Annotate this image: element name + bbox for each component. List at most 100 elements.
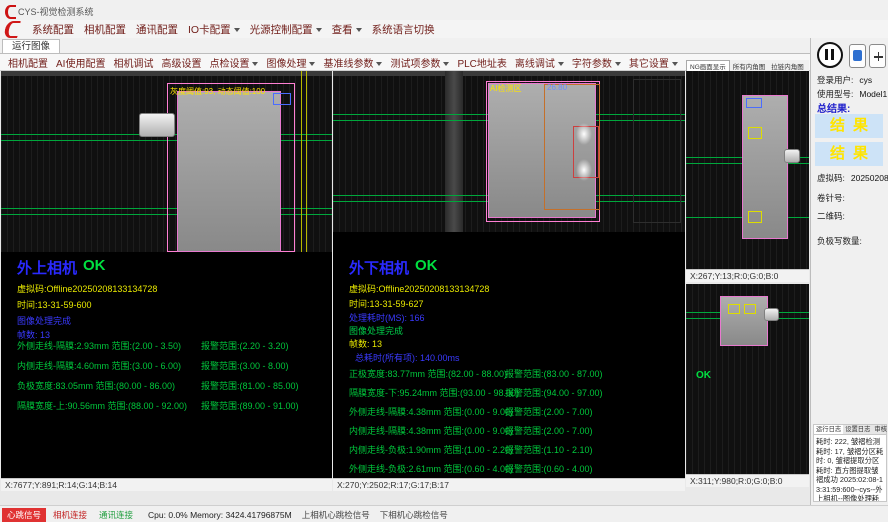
toolbar-char-params[interactable]: 字符参数 <box>568 54 625 71</box>
small-top-panel: NG画面显示 所有内角图 拉链内角图 X:267;Y:13;R:0;G:0;B:… <box>686 60 809 282</box>
alarm-range: 报警范围:(2.20 - 3.20) <box>201 339 289 352</box>
barcode-line: 虚拟码:Offline20250208133134728 <box>349 282 489 295</box>
toolbar-spot-check[interactable]: 点检设置 <box>205 54 262 71</box>
right-sidebar: 登录用户:cys 使用型号:Model1 总结果: 结果 结果 虚拟码:2025… <box>810 38 888 505</box>
small-top-image[interactable] <box>686 71 809 269</box>
log-text-area[interactable]: 耗时: 222, 皱褶检测耗时: 17, 皱褶分区耗时: 0, 皱褶提取分区耗时… <box>813 434 887 502</box>
gripper-clip <box>784 149 800 163</box>
status-bar: 心跳信号 相机连接 通讯连接 Cpu: 0.0% Memory: 3424.41… <box>0 505 888 522</box>
menu-item-system-config[interactable]: 系统配置 <box>27 20 79 39</box>
anchor-box <box>728 304 740 314</box>
upper-camera-heartbeat: 上相机心跳检信号 <box>302 509 370 521</box>
anchor-box <box>748 211 762 223</box>
toolbar-camera-debug[interactable]: 相机调试 <box>109 54 157 71</box>
menu-item-comm-config[interactable]: 通讯配置 <box>131 20 183 39</box>
result-block-1: 结果 <box>815 114 883 138</box>
menu-item-camera-config[interactable]: 相机配置 <box>79 20 131 39</box>
tab-run-image[interactable]: 运行图像 <box>2 39 60 53</box>
virtual-code-row: 虚拟码:20250208 <box>817 172 888 184</box>
alarm-range: 报警范围:(89.00 - 91.00) <box>201 399 299 412</box>
camera-icon <box>853 50 862 61</box>
tab-bar: 运行图像 <box>0 38 888 54</box>
tab-zipper-angle[interactable]: 拉链内角图 <box>768 61 807 71</box>
measurement-row: 隔膜宽度-下:95.24mm 范围:(93.00 - 98.00) <box>349 386 519 399</box>
menu-item-view[interactable]: 查看 <box>327 20 367 39</box>
tab-run-log[interactable]: 运行日志 <box>814 425 843 434</box>
barcode-line: 虚拟码:Offline20250208133134728 <box>17 282 157 295</box>
frame-count-line: 帧数: 13 <box>349 337 382 350</box>
menu-item-language-switch[interactable]: 系统语言切换 <box>367 20 440 39</box>
tab-ng-display[interactable]: NG画面显示 <box>686 60 730 71</box>
process-done-line: 图像处理完成 <box>349 324 403 337</box>
reference-line <box>306 71 307 252</box>
pause-icon <box>831 49 834 60</box>
measurement-row: 正极宽度:83.77mm 范围:(82.00 - 88.00) <box>349 367 507 380</box>
toolbar-baseline-params[interactable]: 基准线参数 <box>319 54 386 71</box>
pause-button[interactable] <box>817 42 843 68</box>
dropdown-arrow-icon <box>356 28 362 32</box>
heartbeat-badge: 心跳信号 <box>2 508 46 522</box>
proc-time-line: 处理耗时(MS): 166 <box>349 311 425 324</box>
window-title: CYS-视觉检测系统 <box>18 5 94 18</box>
reference-line <box>301 71 302 252</box>
alarm-range: 报警范围:(0.60 - 4.00) <box>505 462 593 475</box>
ai-score-value: 26.80 <box>547 83 567 92</box>
result-block-2: 结果 <box>815 142 883 166</box>
toolbar-image-processing[interactable]: 图像处理 <box>262 54 319 71</box>
alarm-range: 报警范围:(94.00 - 97.00) <box>505 386 603 399</box>
plus-icon <box>878 52 880 61</box>
menu-item-io-config[interactable]: IO卡配置 <box>183 20 245 39</box>
toolbar-other-settings[interactable]: 其它设置 <box>625 54 682 71</box>
virtual-code-value: 20250208 <box>851 173 888 183</box>
alarm-range: 报警范围:(81.00 - 85.00) <box>201 379 299 392</box>
middle-camera-image[interactable]: AI检测区 26.80 <box>333 71 685 232</box>
pixel-coordinate-bar: X:267;Y:13;R:0;G:0;B:0 <box>686 269 809 282</box>
dropdown-arrow-icon <box>615 62 621 66</box>
measurement-row: 负极宽度:83.05mm 范围:(80.00 - 86.00) <box>17 379 175 392</box>
tab-audit-log[interactable]: 审核日志 <box>872 425 888 434</box>
time-line: 时间:13-31-59-600 <box>17 298 92 311</box>
pixel-coordinate-bar: X:270;Y:2502;R:17;G:17;B:17 <box>333 478 685 491</box>
toolbar-camera-config[interactable]: 相机配置 <box>4 54 52 71</box>
machine-edge <box>1 71 332 76</box>
result-ok-flag: OK <box>696 370 711 381</box>
dropdown-arrow-icon <box>234 28 240 32</box>
machine-structure <box>633 79 681 223</box>
alarm-range: 报警范围:(83.00 - 87.00) <box>505 367 603 380</box>
camera-button[interactable] <box>849 44 866 68</box>
result-ok-flag: OK <box>415 257 438 274</box>
detection-box <box>273 93 291 105</box>
login-user-row: 登录用户:cys <box>817 74 872 86</box>
dropdown-arrow-icon <box>443 62 449 66</box>
detection-box <box>746 98 762 108</box>
left-camera-image[interactable]: 灰度阈值:93, 动态阈值:100 <box>1 71 332 252</box>
alarm-range: 报警范围:(2.00 - 7.00) <box>505 424 593 437</box>
toolbar-ai-config[interactable]: AI使用配置 <box>52 54 109 71</box>
app-logo-icon <box>5 5 16 19</box>
ai-region-label: AI检测区 <box>490 83 522 94</box>
small-bottom-panel: OK X:311;Y:980;R:0;G:0;B:0 <box>686 284 809 487</box>
glare-spot <box>576 159 592 181</box>
dropdown-arrow-icon <box>672 62 678 66</box>
camera-name-label: 外下相机 <box>349 257 409 278</box>
menu-item-light-control[interactable]: 光源控制配置 <box>245 20 327 39</box>
dropdown-arrow-icon <box>316 28 322 32</box>
dropdown-arrow-icon <box>558 62 564 66</box>
log-tabs: 运行日志 设置日志 审核日志 <box>813 424 887 434</box>
toolbar-offline-debug[interactable]: 离线调试 <box>511 54 568 71</box>
middle-camera-panel: AI检测区 26.80 外下相机 OK 虚拟码:Offline202502081… <box>333 71 685 491</box>
toolbar-advanced-settings[interactable]: 高级设置 <box>157 54 205 71</box>
tab-settings-log[interactable]: 设置日志 <box>843 425 872 434</box>
lower-camera-heartbeat: 下相机心跳检信号 <box>380 509 448 521</box>
adjust-button[interactable] <box>869 44 886 68</box>
small-bottom-image[interactable]: OK <box>686 284 809 474</box>
tab-all-angle[interactable]: 所有内角图 <box>730 61 769 71</box>
alarm-range: 报警范围:(2.00 - 7.00) <box>505 405 593 418</box>
alarm-range: 报警范围:(3.00 - 8.00) <box>201 359 289 372</box>
bright-band <box>445 71 463 232</box>
measurement-row: 内侧走线-隔膜:4.38mm 范围:(0.00 - 9.00) <box>349 424 513 437</box>
toolbar-plc-address[interactable]: PLC地址表 <box>453 54 510 71</box>
gripper-clip <box>764 308 779 321</box>
toolbar-test-params[interactable]: 测试项参数 <box>386 54 453 71</box>
negative-count-row: 负极写数量: <box>817 235 862 247</box>
